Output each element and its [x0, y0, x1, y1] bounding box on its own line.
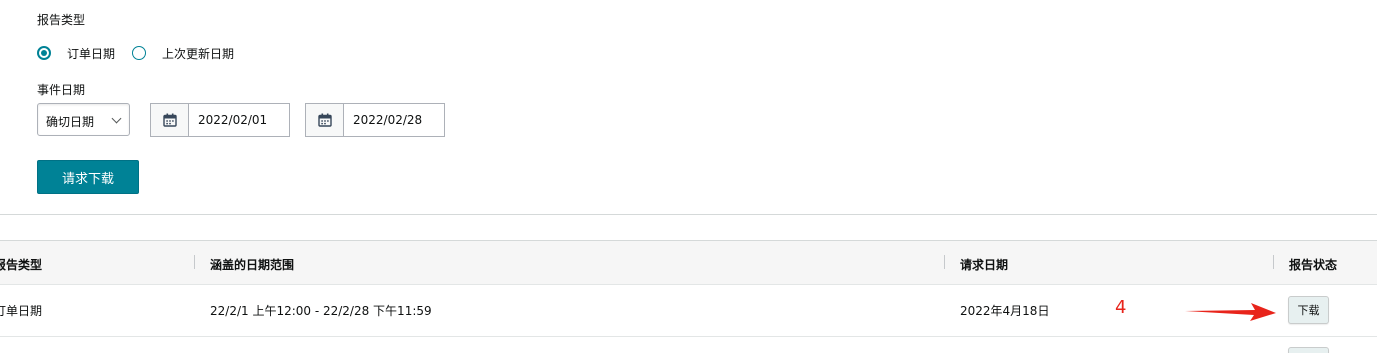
event-date-label: 事件日期: [37, 83, 86, 97]
column-separator: [194, 255, 195, 269]
arrow-annotation: [1185, 303, 1276, 321]
request-download-button[interactable]: 请求下载: [37, 160, 139, 194]
start-date-calendar-button[interactable]: [151, 104, 189, 136]
date-mode-select[interactable]: 确切日期: [37, 103, 130, 136]
section-divider: [0, 214, 1377, 215]
radio-last-update-date-label[interactable]: 上次更新日期: [162, 45, 234, 62]
column-separator: [1273, 255, 1274, 269]
column-header-report-status[interactable]: 报告状态: [1289, 256, 1337, 273]
column-header-date-range[interactable]: 涵盖的日期范围: [210, 256, 294, 273]
end-date-field[interactable]: 2022/02/28: [305, 103, 445, 137]
cell-date-range: 22/2/1 上午12:00 - 22/2/28 下午11:59: [210, 304, 432, 318]
end-date-input[interactable]: 2022/02/28: [353, 113, 422, 127]
radio-order-date-label[interactable]: 订单日期: [67, 45, 115, 62]
report-type-label: 报告类型: [37, 13, 86, 27]
date-mode-select-value: 确切日期: [46, 115, 95, 129]
row-border: [0, 336, 1377, 337]
end-date-calendar-button[interactable]: [306, 104, 344, 136]
download-button-next-row[interactable]: [1288, 347, 1329, 353]
column-header-report-type[interactable]: 报告类型: [0, 256, 42, 273]
calendar-icon: [317, 113, 332, 127]
download-button[interactable]: 下载: [1288, 296, 1329, 324]
table-row: 订单日期 22/2/1 上午12:00 - 22/2/28 下午11:59 20…: [0, 284, 1377, 336]
calendar-icon: [162, 113, 177, 127]
annotation-number: 4: [1115, 297, 1127, 318]
column-separator: [944, 255, 945, 269]
cell-report-type: 订单日期: [0, 304, 43, 318]
start-date-input[interactable]: 2022/02/01: [198, 113, 267, 127]
start-date-field[interactable]: 2022/02/01: [150, 103, 290, 137]
cell-request-date: 2022年4月18日: [960, 304, 1050, 318]
chevron-down-icon: [111, 113, 122, 124]
column-header-request-date[interactable]: 请求日期: [960, 256, 1008, 273]
radio-last-update-date[interactable]: [132, 46, 146, 60]
radio-order-date[interactable]: [37, 46, 51, 60]
table-header: 报告类型 涵盖的日期范围 请求日期 报告状态: [0, 240, 1377, 285]
